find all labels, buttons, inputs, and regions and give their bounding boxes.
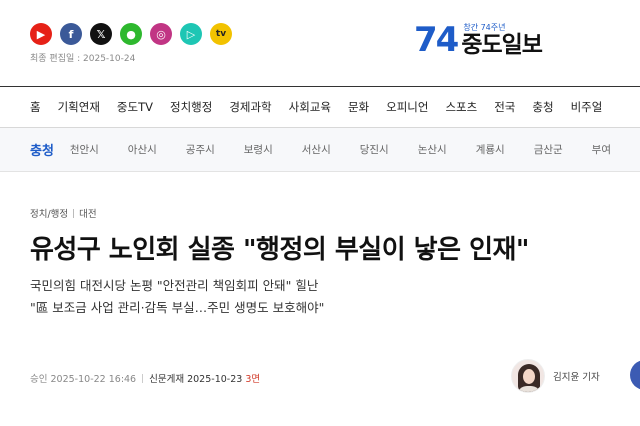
sub-nav-item-seosan[interactable]: 서산시 — [302, 142, 331, 157]
nav-item-tv[interactable]: 중도TV — [117, 99, 153, 115]
breadcrumb-section[interactable]: 정치/행정 — [30, 206, 68, 220]
reporter-name: 김지윤 기자 — [553, 372, 600, 383]
nav-item-society[interactable]: 사회교육 — [289, 99, 331, 115]
tv-icon[interactable]: tv — [210, 23, 232, 45]
nav-item-politics[interactable]: 정치행정 — [170, 99, 212, 115]
x-icon[interactable]: 𝕏 — [90, 23, 112, 45]
sub-nav-item-nonsan[interactable]: 논산시 — [418, 142, 447, 157]
article-headline: 유성구 노인회 실종 "행정의 부실이 낳은 인재" — [30, 235, 529, 265]
nav-item-chungcheong[interactable]: 충청 — [532, 99, 553, 115]
nav-item-national[interactable]: 전국 — [494, 99, 515, 115]
sub-nav-item-gongju[interactable]: 공주시 — [186, 142, 215, 157]
logo-number: 74 — [414, 20, 459, 60]
last-updated: 최종 편집일 : 2025-10-24 — [30, 54, 136, 64]
play-icon[interactable]: ▷ — [180, 23, 202, 45]
logo-anniversary: 창간 74주년 — [463, 22, 506, 32]
sub-nav-item-dangjin[interactable]: 당진시 — [360, 142, 389, 157]
sub-nav: 충청 천안시 아산시 공주시 보령시 서산시 당진시 논산시 계룡시 금산군 부… — [0, 128, 640, 172]
nav-item-sports[interactable]: 스포츠 — [445, 99, 477, 115]
facebook-icon[interactable]: f — [60, 23, 82, 45]
article-subhead: "區 보조금 사업 관리·감독 부실…주민 생명도 보호해야" — [30, 300, 325, 315]
sub-nav-item-boryeong[interactable]: 보령시 — [244, 142, 273, 157]
share-button[interactable] — [630, 360, 640, 390]
reporter-info[interactable]: 김지윤 기자 — [511, 359, 600, 393]
reporter-avatar — [511, 359, 545, 393]
approved-date: 승인 2025-10-22 16:46 — [30, 374, 137, 385]
sub-nav-item-buyeo[interactable]: 부여 — [592, 142, 611, 157]
nav-item-visual[interactable]: 비주얼 — [571, 99, 603, 115]
print-date: 신문게재 2025-10-23 — [149, 374, 243, 385]
sub-nav-item-geumsan[interactable]: 금산군 — [534, 142, 563, 157]
meta-divider — [142, 373, 144, 383]
article-subhead: 국민의힘 대전시당 논평 "안전관리 책임회피 안돼" 힐난 — [30, 278, 319, 293]
youtube-icon[interactable]: ▶ — [30, 23, 52, 45]
logo-name: 중도일보 — [461, 31, 543, 58]
social-links: ▶ f 𝕏 ● ◎ ▷ tv — [30, 23, 232, 45]
talk-icon[interactable]: ● — [120, 23, 142, 45]
article-meta: 승인 2025-10-22 16:46 신문게재 2025-10-23 3면 — [30, 371, 260, 385]
instagram-icon[interactable]: ◎ — [150, 23, 172, 45]
sub-nav-item-asan[interactable]: 아산시 — [128, 142, 157, 157]
nav-item-features[interactable]: 기획연재 — [58, 99, 100, 115]
nav-item-culture[interactable]: 문화 — [348, 99, 369, 115]
sub-nav-item-cheonan[interactable]: 천안시 — [70, 142, 99, 157]
nav-item-opinion[interactable]: 오피니언 — [386, 99, 428, 115]
print-page: 3면 — [245, 374, 261, 385]
main-nav: 홈 기획연재 중도TV 정치행정 경제과학 사회교육 문화 오피니언 스포츠 전… — [0, 86, 640, 128]
sub-nav-item-gyeryong[interactable]: 계룡시 — [476, 142, 505, 157]
breadcrumb-divider — [73, 208, 75, 218]
breadcrumb: 정치/행정 대전 — [30, 206, 97, 220]
nav-item-home[interactable]: 홈 — [30, 99, 41, 115]
site-logo[interactable]: 74 창간 74주년 중도일보 — [414, 20, 543, 60]
breadcrumb-region[interactable]: 대전 — [79, 206, 96, 220]
sub-nav-title: 충청 — [30, 144, 54, 159]
nav-item-economy[interactable]: 경제과학 — [229, 99, 271, 115]
site-header: ▶ f 𝕏 ● ◎ ▷ tv 최종 편집일 : 2025-10-24 74 창간… — [0, 0, 640, 86]
